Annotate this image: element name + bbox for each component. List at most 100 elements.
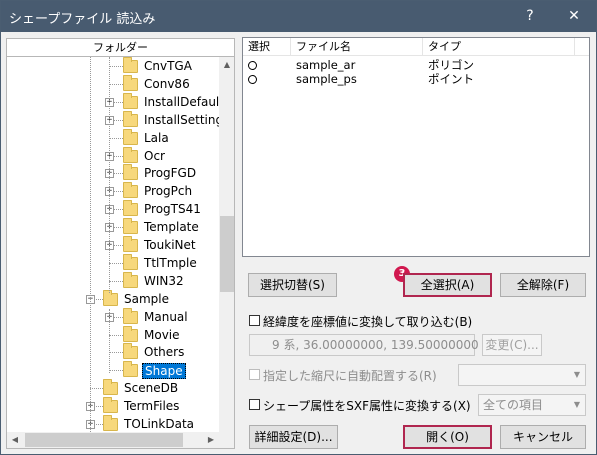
folder-tree-item-label: ProgFGD (144, 166, 197, 181)
tree-connector-line (90, 388, 103, 390)
folder-tree-item[interactable]: Shape (7, 361, 219, 380)
folder-tree-item-label: Shape (142, 363, 186, 380)
change-button[interactable]: 変更(C)... (482, 334, 542, 356)
file-list-row[interactable]: sample_ps ポイント (243, 72, 589, 87)
folder-icon (123, 361, 138, 378)
horizontal-scroll-thumb[interactable] (25, 433, 183, 447)
window-title: シェープファイル 読込み (9, 12, 156, 27)
folder-tree-item-label: Ocr (144, 148, 165, 163)
folder-tree-item-label: Template (144, 220, 199, 235)
scale-select[interactable]: ▼ (458, 364, 586, 386)
tree-connector-line (109, 66, 123, 67)
folder-icon (103, 415, 118, 431)
folder-tree-item[interactable]: Others (7, 343, 219, 362)
tree-connector-line (109, 137, 123, 139)
folder-icon (103, 289, 118, 306)
folder-tree-item-label: SceneDB (124, 381, 179, 396)
folder-tree-item[interactable]: + InstallSetting (7, 110, 223, 130)
folder-icon (123, 182, 138, 199)
sxf-convert-label: シェープ属性をSXF属性に変換する(X) (263, 399, 471, 413)
folder-icon (123, 92, 138, 109)
folder-tree-vertical-scrollbar[interactable]: ▲ (219, 57, 234, 432)
tree-connector-line (109, 370, 123, 372)
cancel-button[interactable]: キャンセル (500, 425, 586, 449)
folder-icon (123, 343, 138, 360)
folder-icon (123, 146, 138, 163)
file-list-row[interactable]: sample_ar ポリゴン (243, 58, 589, 73)
folder-tree-item[interactable]: Conv86 (7, 74, 219, 94)
folder-tree-item[interactable]: + TermFiles (7, 397, 219, 416)
folder-icon (123, 253, 138, 270)
folder-tree-item-label: Manual (144, 309, 188, 324)
folder-tree-item[interactable]: + InstallDefault (7, 92, 224, 112)
folder-icon (103, 397, 118, 414)
tree-connector-line (109, 334, 123, 336)
folder-tree-item[interactable]: + Template (7, 218, 219, 237)
folder-tree[interactable]: CnvTGA Conv86 + InstallDefault + InstallSetti… (6, 57, 235, 449)
chevron-down-icon: ▼ (573, 400, 581, 409)
vertical-scroll-thumb[interactable] (220, 216, 234, 292)
folder-tree-item[interactable]: WIN32 (7, 271, 219, 291)
folder-tree-item[interactable]: + ProgFGD (7, 164, 219, 183)
convert-latlon-checkbox[interactable] (249, 315, 260, 326)
folder-icon (123, 307, 138, 324)
column-type[interactable]: タイプ (423, 38, 575, 56)
folder-icon (103, 379, 118, 396)
file-type-cell: ポリゴン (428, 58, 474, 72)
column-filename[interactable]: ファイル名 (291, 38, 423, 56)
folder-tree-item[interactable]: + ProgPch (7, 182, 219, 201)
coordinate-system-field: 9 系, 36.00000000, 139.50000000 (249, 334, 479, 356)
folder-tree-item[interactable]: − Sample (7, 289, 219, 309)
file-name-cell: sample_ps (296, 72, 357, 86)
select-all-button[interactable]: 全選択(A) (403, 273, 492, 297)
folder-tree-item[interactable]: + Ocr (7, 146, 219, 166)
folder-tree-item[interactable]: + ToukiNet (7, 236, 219, 255)
tree-connector-line (109, 280, 123, 282)
file-select-radio[interactable] (248, 75, 257, 84)
folder-tree-item-label: ProgTS41 (144, 202, 201, 217)
tree-connector-line (109, 83, 123, 85)
folder-icon (123, 164, 138, 181)
shape-file-import-dialog: シェープファイル 読込み ? ✕ フォルダー CnvTGA Conv86 + Inst… (0, 0, 597, 455)
folder-tree-item-label: ToukiNet (144, 238, 196, 252)
deselect-all-button[interactable]: 全解除(F) (500, 273, 586, 297)
file-select-radio[interactable] (248, 61, 257, 70)
folder-tree-item-label: Lala (144, 130, 169, 145)
tree-connector-line (109, 262, 123, 264)
help-button[interactable]: ? (509, 1, 551, 32)
tree-connector-line (90, 57, 91, 432)
scroll-right-arrow-icon[interactable]: ▶ (203, 432, 219, 448)
folder-pane-header: フォルダー (6, 38, 235, 57)
folder-tree-item[interactable]: Movie (7, 325, 219, 345)
chevron-down-icon: ▼ (573, 370, 581, 379)
detail-settings-button[interactable]: 詳細設定(D)... (249, 425, 338, 449)
attribute-items-select[interactable]: 全ての項目 ▼ (478, 394, 586, 416)
scroll-left-arrow-icon[interactable]: ◀ (7, 432, 23, 448)
scroll-up-arrow-icon[interactable]: ▲ (219, 57, 234, 73)
folder-tree-item-label: InstallSetting (144, 112, 224, 127)
open-button[interactable]: 開く(O) (403, 425, 492, 449)
folder-tree-item[interactable]: CnvTGA (7, 57, 219, 76)
folder-icon (123, 325, 138, 342)
folder-tree-item[interactable]: SceneDB (7, 379, 219, 398)
file-type-cell: ポイント (428, 72, 474, 86)
title-bar: シェープファイル 読込み ? ✕ (1, 1, 596, 32)
file-name-cell: sample_ar (296, 58, 356, 72)
auto-place-checkbox[interactable] (249, 369, 260, 380)
toggle-selection-button[interactable]: 選択切替(S) (248, 273, 337, 297)
folder-tree-item[interactable]: TtlTmple (7, 253, 219, 273)
folder-tree-item[interactable]: + ProgTS41 (7, 200, 219, 219)
convert-latlon-label: 経緯度を座標値に変換して取り込む(B) (263, 315, 473, 329)
sxf-convert-checkbox[interactable] (249, 399, 260, 410)
column-select[interactable]: 選択 (243, 38, 291, 56)
file-list[interactable]: 選択 ファイル名 タイプ sample_ar ポリゴン sample_ps ポイント (242, 37, 590, 257)
folder-tree-item[interactable]: Lala (7, 128, 219, 148)
folder-tree-item-label: TOLinkData (124, 417, 195, 431)
folder-tree-item-label: CnvTGA (144, 59, 192, 73)
folder-tree-horizontal-scrollbar[interactable]: ◀ ▶ (7, 432, 234, 448)
folder-tree-item-label: TermFiles (124, 399, 180, 414)
close-button[interactable]: ✕ (553, 1, 595, 32)
tree-connector-line (109, 309, 110, 373)
folder-tree-item[interactable]: + Manual (7, 307, 219, 327)
folder-tree-item-label: TtlTmple (144, 255, 197, 270)
